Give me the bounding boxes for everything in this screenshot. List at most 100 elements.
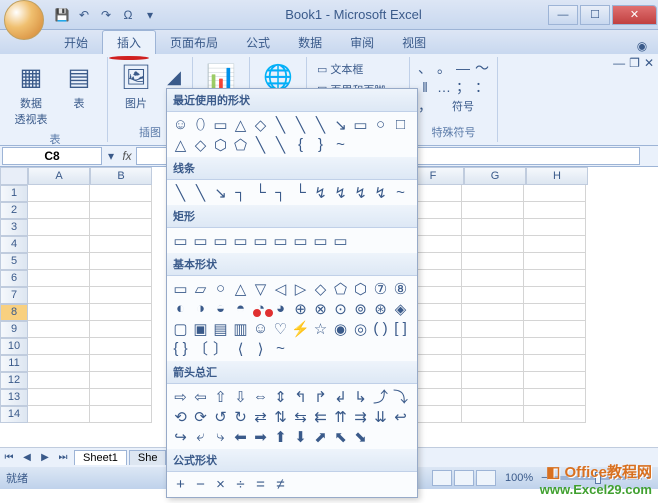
shape-item[interactable]: ↱	[311, 387, 330, 406]
row-header[interactable]: 12	[0, 372, 28, 389]
shape-item[interactable]: ↯	[351, 183, 370, 202]
tab-insert[interactable]: 插入	[102, 30, 156, 54]
row-header[interactable]: 3	[0, 219, 28, 236]
symbol-grid[interactable]: 、 。 — ～ ‖ … ； ： ， 符号	[416, 59, 491, 115]
view-layout-button[interactable]	[454, 470, 474, 486]
cell[interactable]	[462, 338, 524, 355]
undo-icon[interactable]: ↶	[74, 5, 94, 25]
sheet-nav-next[interactable]: ▶	[36, 452, 54, 463]
shape-item[interactable]: ┐	[271, 183, 290, 202]
shape-item[interactable]: ⬠	[331, 279, 350, 298]
shape-item[interactable]: ⬇	[291, 427, 310, 446]
col-header[interactable]: B	[90, 167, 152, 185]
wb-restore-button[interactable]: ❐	[629, 56, 640, 70]
shape-item[interactable]: ▭	[171, 279, 190, 298]
maximize-button[interactable]: ☐	[580, 5, 610, 25]
shape-item[interactable]: ↯	[371, 183, 390, 202]
shape-item[interactable]: △	[231, 279, 250, 298]
shape-item[interactable]: ↳	[351, 387, 370, 406]
symbol-item[interactable]: 、	[416, 59, 434, 77]
shape-item[interactable]: ↩	[391, 407, 410, 426]
shape-item[interactable]: ▢	[171, 319, 190, 338]
shape-item[interactable]: ╲	[171, 183, 190, 202]
shape-item[interactable]: ⬡	[211, 135, 230, 154]
shape-item[interactable]: └	[291, 183, 310, 202]
shape-item[interactable]: ⇅	[271, 407, 290, 426]
office-button[interactable]	[4, 0, 44, 40]
redo-icon[interactable]: ↷	[96, 5, 116, 25]
shape-item[interactable]: −	[191, 475, 210, 494]
cell[interactable]	[90, 185, 152, 202]
row-header[interactable]: 4	[0, 236, 28, 253]
shape-item[interactable]: ⊙	[331, 299, 350, 318]
row-header[interactable]: 6	[0, 270, 28, 287]
symbol-item[interactable]: ～	[473, 59, 491, 77]
shape-item[interactable]: └	[251, 183, 270, 202]
shape-item[interactable]: ( )	[371, 319, 390, 338]
shape-item[interactable]: { }	[171, 339, 190, 358]
close-button[interactable]: ✕	[612, 5, 657, 25]
sheet-tab-1[interactable]: Sheet1	[74, 450, 127, 465]
shape-item[interactable]: ╲	[191, 183, 210, 202]
shape-item[interactable]: ~	[271, 339, 290, 358]
shape-item[interactable]: ↯	[311, 183, 330, 202]
shape-item[interactable]: ◇	[251, 115, 270, 134]
wb-minimize-button[interactable]: —	[613, 56, 625, 70]
cell[interactable]	[524, 270, 586, 287]
shape-item[interactable]: ↘	[331, 115, 350, 134]
cell[interactable]	[524, 372, 586, 389]
shape-item[interactable]: ⟳	[191, 407, 210, 426]
shape-item[interactable]: ↪	[171, 427, 190, 446]
cell[interactable]	[28, 287, 90, 304]
tab-pagelayout[interactable]: 页面布局	[156, 31, 232, 54]
cell[interactable]	[90, 287, 152, 304]
tab-review[interactable]: 审阅	[336, 31, 388, 54]
cell[interactable]	[90, 372, 152, 389]
symbol-item[interactable]: —	[454, 59, 472, 77]
shape-item[interactable]: ~	[391, 183, 410, 202]
tab-view[interactable]: 视图	[388, 31, 440, 54]
shape-item[interactable]: ◐	[171, 299, 190, 318]
shape-item[interactable]: ×	[211, 475, 230, 494]
cell[interactable]	[462, 321, 524, 338]
fx-icon[interactable]: fx	[118, 149, 136, 163]
cell[interactable]	[462, 355, 524, 372]
shape-item[interactable]: ▭	[231, 231, 250, 250]
shape-item[interactable]: ÷	[231, 475, 250, 494]
tab-home[interactable]: 开始	[50, 31, 102, 54]
symbol-item[interactable]: ：	[473, 78, 491, 96]
shape-item[interactable]: ⊛	[371, 299, 390, 318]
shape-item[interactable]: ▭	[211, 231, 230, 250]
cell[interactable]	[90, 304, 152, 321]
cell[interactable]	[462, 389, 524, 406]
symbol-button[interactable]: 符号	[435, 97, 491, 115]
shape-item[interactable]: ≠	[271, 475, 290, 494]
shape-item[interactable]: ◒	[211, 299, 230, 318]
shape-item[interactable]: ⟩	[251, 339, 270, 358]
cell[interactable]	[524, 219, 586, 236]
cell[interactable]	[28, 355, 90, 372]
shape-item[interactable]: ⑦	[371, 279, 390, 298]
select-all-corner[interactable]	[0, 167, 28, 185]
sheet-nav-prev[interactable]: ◀	[18, 452, 36, 463]
cell[interactable]	[28, 219, 90, 236]
save-icon[interactable]: 💾	[52, 5, 72, 25]
cell[interactable]	[462, 372, 524, 389]
cell[interactable]	[524, 304, 586, 321]
cell[interactable]	[524, 202, 586, 219]
shape-item[interactable]: ▱	[191, 279, 210, 298]
shape-item[interactable]: ⇔	[251, 387, 270, 406]
shape-item[interactable]: ⬯	[191, 115, 210, 134]
cell[interactable]	[524, 406, 586, 423]
shape-item[interactable]: ⇦	[191, 387, 210, 406]
shape-item[interactable]: ↲	[331, 387, 350, 406]
cell[interactable]	[90, 355, 152, 372]
shape-item[interactable]: ⚡	[291, 319, 310, 338]
cell[interactable]	[524, 321, 586, 338]
col-header[interactable]: A	[28, 167, 90, 185]
shape-item[interactable]: ↘	[211, 183, 230, 202]
shape-item[interactable]: ⇨	[171, 387, 190, 406]
row-header[interactable]: 2	[0, 202, 28, 219]
cell[interactable]	[28, 185, 90, 202]
table-button[interactable]: ▤ 表	[57, 59, 101, 113]
